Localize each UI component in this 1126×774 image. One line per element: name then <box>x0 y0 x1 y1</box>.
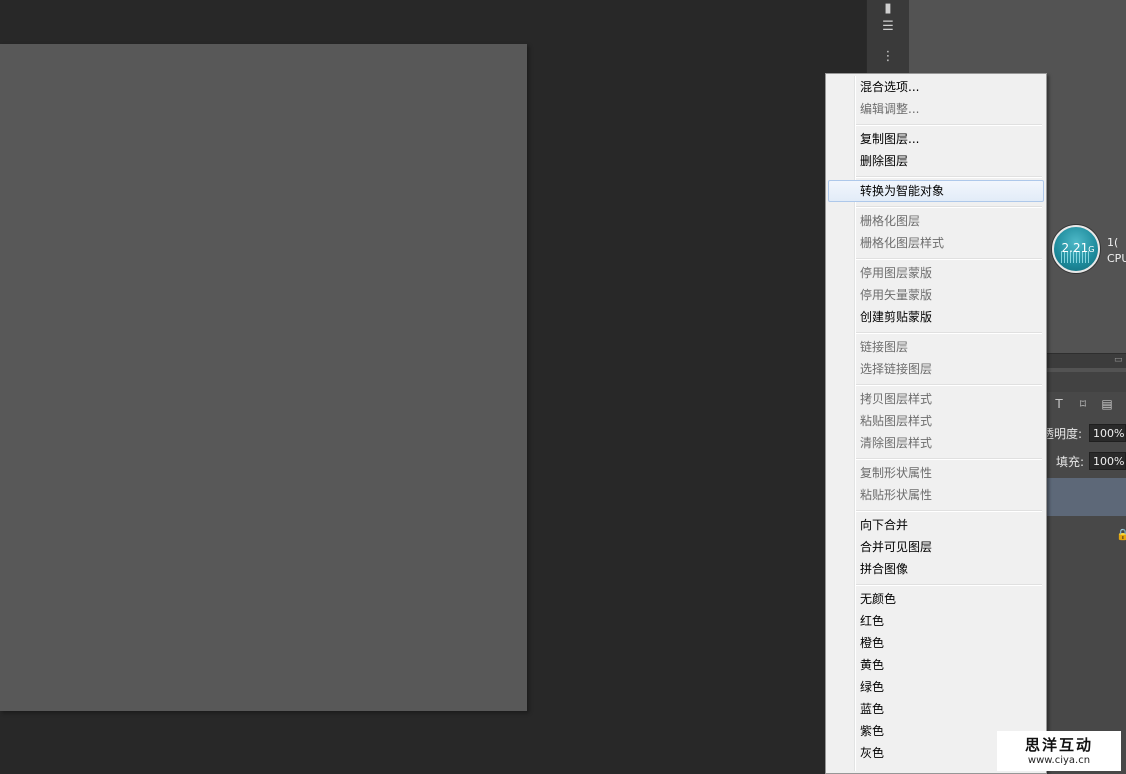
cpu-side-top: 1( <box>1107 236 1119 249</box>
menu-item-color-green[interactable]: 绿色 <box>828 676 1044 698</box>
cpu-gauge-icon: 2.21G <box>1052 225 1100 273</box>
menu-separator <box>856 510 1042 512</box>
menu-item-color-yellow[interactable]: 黄色 <box>828 654 1044 676</box>
menu-separator <box>856 584 1042 586</box>
menu-item-copy-layer-style[interactable]: 拷贝图层样式 <box>828 388 1044 410</box>
menu-separator <box>856 176 1042 178</box>
menu-item-color-blue[interactable]: 蓝色 <box>828 698 1044 720</box>
menu-item-link-layers[interactable]: 链接图层 <box>828 336 1044 358</box>
lock-icon: 🔒 <box>1116 528 1126 541</box>
type-layer-filter-icon[interactable]: T <box>1051 396 1067 412</box>
menu-item-merge-visible[interactable]: 合并可见图层 <box>828 536 1044 558</box>
menu-item-flatten-image[interactable]: 拼合图像 <box>828 558 1044 580</box>
cpu-side-bottom: CPU <box>1107 252 1126 265</box>
menu-item-color-none[interactable]: 无颜色 <box>828 588 1044 610</box>
menu-separator <box>856 206 1042 208</box>
smart-object-filter-icon[interactable]: ▤ <box>1099 396 1115 412</box>
menu-item-blending-options[interactable]: 混合选项... <box>828 76 1044 98</box>
menu-item-color-orange[interactable]: 橙色 <box>828 632 1044 654</box>
document-canvas[interactable] <box>0 44 527 711</box>
menu-separator <box>856 332 1042 334</box>
menu-item-merge-down[interactable]: 向下合并 <box>828 514 1044 536</box>
menu-item-disable-vector-mask[interactable]: 停用矢量蒙版 <box>828 284 1044 306</box>
shape-layer-filter-icon[interactable]: ⌑ <box>1075 396 1091 412</box>
selected-layer-row[interactable] <box>1046 478 1126 516</box>
fill-label: 填充: <box>1056 455 1085 469</box>
watermark-logo: 思洋互动 www.ciya.cn <box>997 731 1121 771</box>
trash-icon[interactable]: ▭ <box>1114 356 1124 365</box>
menu-separator <box>856 258 1042 260</box>
watermark-title: 思洋互动 <box>1024 736 1093 754</box>
menu-item-duplicate-layer[interactable]: 复制图层... <box>828 128 1044 150</box>
menu-item-copy-shape-attributes[interactable]: 复制形状属性 <box>828 462 1044 484</box>
cpu-value-text: 2.21G <box>1061 241 1095 255</box>
menu-item-disable-layer-mask[interactable]: 停用图层蒙版 <box>828 262 1044 284</box>
opacity-label: 透明度: <box>1042 427 1083 441</box>
layer-context-menu: 混合选项... 编辑调整... 复制图层... 删除图层 转换为智能对象 栅格化… <box>825 73 1047 774</box>
menu-item-rasterize-layer-style[interactable]: 栅格化图层样式 <box>828 232 1044 254</box>
menu-item-rasterize-layer[interactable]: 栅格化图层 <box>828 210 1044 232</box>
fill-input[interactable]: 100% <box>1089 452 1126 470</box>
properties-icon[interactable]: ⋮ <box>877 48 899 66</box>
menu-item-clear-layer-style[interactable]: 清除图层样式 <box>828 432 1044 454</box>
cpu-side-labels: 1( CPU <box>1107 235 1126 267</box>
cpu-monitor-widget[interactable]: 2.21G 1( CPU <box>1052 225 1126 275</box>
menu-item-delete-layer[interactable]: 删除图层 <box>828 150 1044 172</box>
adjust-sliders-icon[interactable]: ☰ <box>877 18 899 36</box>
menu-item-paste-layer-style[interactable]: 粘贴图层样式 <box>828 410 1044 432</box>
watermark-url: www.ciya.cn <box>1027 755 1091 766</box>
menu-item-paste-shape-attributes[interactable]: 粘贴形状属性 <box>828 484 1044 506</box>
menu-item-select-linked-layers[interactable]: 选择链接图层 <box>828 358 1044 380</box>
opacity-input[interactable]: 100% <box>1089 424 1126 442</box>
menu-separator <box>856 384 1042 386</box>
brush-icon[interactable]: ▮ <box>877 0 899 18</box>
menu-item-convert-to-smart-object[interactable]: 转换为智能对象 <box>828 180 1044 202</box>
menu-item-color-red[interactable]: 红色 <box>828 610 1044 632</box>
menu-separator <box>856 124 1042 126</box>
menu-item-edit-adjustment[interactable]: 编辑调整... <box>828 98 1044 120</box>
menu-separator <box>856 458 1042 460</box>
menu-item-create-clipping-mask[interactable]: 创建剪贴蒙版 <box>828 306 1044 328</box>
